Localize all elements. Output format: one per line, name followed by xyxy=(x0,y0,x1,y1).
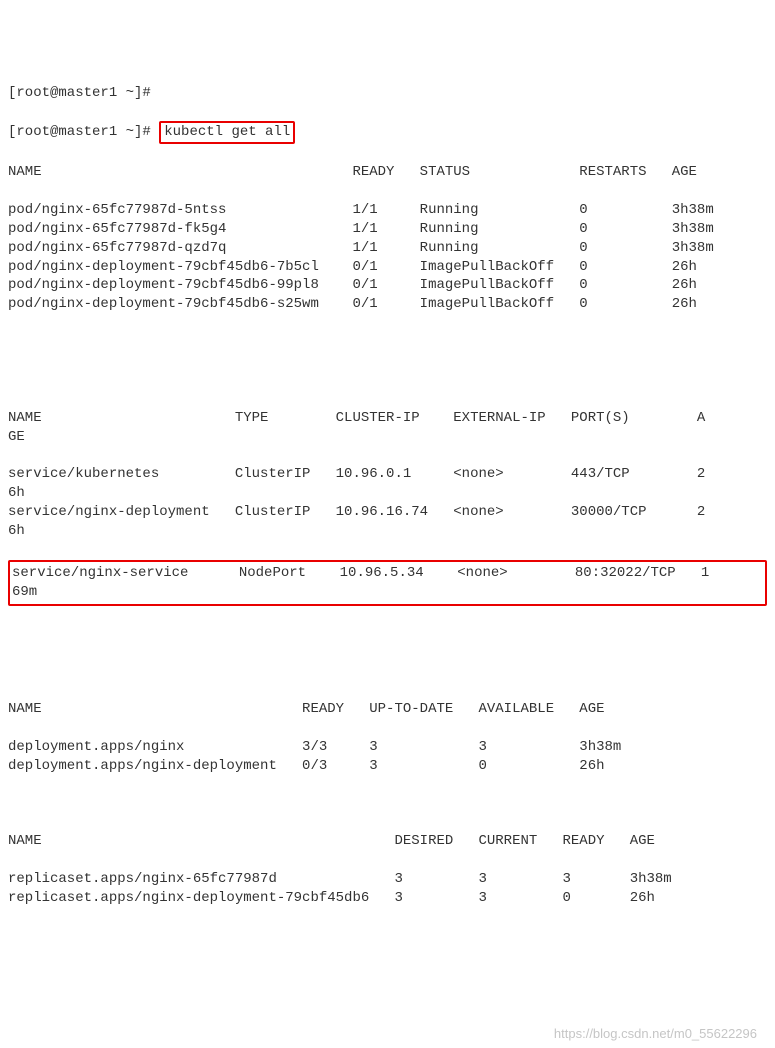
table-row: deployment.apps/nginx 3/3 3 3 3h38m xyxy=(8,738,767,757)
deployments-body: deployment.apps/nginx 3/3 3 3 3h38mdeplo… xyxy=(8,738,767,776)
blank-line-2 xyxy=(8,371,767,390)
blank-line-5 xyxy=(8,795,767,814)
command-text: kubectl get all xyxy=(164,124,290,140)
table-row: replicaset.apps/nginx-deployment-79cbf45… xyxy=(8,889,767,908)
table-row: service/nginx-deployment ClusterIP 10.96… xyxy=(8,503,767,541)
pods-body: pod/nginx-65fc77987d-5ntss 1/1 Running 0… xyxy=(8,201,767,314)
blank-line-4 xyxy=(8,662,767,681)
services-header: NAME TYPE CLUSTER-IP EXTERNAL-IP PORT(S)… xyxy=(8,409,767,447)
table-row: pod/nginx-65fc77987d-5ntss 1/1 Running 0… xyxy=(8,201,767,220)
services-body: service/kubernetes ClusterIP 10.96.0.1 <… xyxy=(8,465,767,541)
replicasets-body: replicaset.apps/nginx-65fc77987d 3 3 3 3… xyxy=(8,870,767,908)
prompt-line-2[interactable]: [root@master1 ~]# kubectl get all xyxy=(8,121,767,144)
table-row: service/kubernetes ClusterIP 10.96.0.1 <… xyxy=(8,465,767,503)
deployments-header: NAME READY UP-TO-DATE AVAILABLE AGE xyxy=(8,700,767,719)
table-row: pod/nginx-deployment-79cbf45db6-99pl8 0/… xyxy=(8,276,767,295)
service-highlight-row: service/nginx-service NodePort 10.96.5.3… xyxy=(8,560,767,606)
watermark: https://blog.csdn.net/m0_55622296 xyxy=(554,1025,757,1043)
prompt-text: [root@master1 ~]# xyxy=(8,85,151,101)
service-highlight-text: service/nginx-service NodePort 10.96.5.3… xyxy=(12,565,709,600)
table-row: pod/nginx-65fc77987d-qzd7q 1/1 Running 0… xyxy=(8,239,767,258)
table-row: pod/nginx-deployment-79cbf45db6-s25wm 0/… xyxy=(8,295,767,314)
pods-header: NAME READY STATUS RESTARTS AGE xyxy=(8,163,767,182)
table-row: pod/nginx-65fc77987d-fk5g4 1/1 Running 0… xyxy=(8,220,767,239)
table-row: replicaset.apps/nginx-65fc77987d 3 3 3 3… xyxy=(8,870,767,889)
blank-line-1 xyxy=(8,333,767,352)
table-row: deployment.apps/nginx-deployment 0/3 3 0… xyxy=(8,757,767,776)
prompt-line-1: [root@master1 ~]# xyxy=(8,84,767,103)
table-row: pod/nginx-deployment-79cbf45db6-7b5cl 0/… xyxy=(8,258,767,277)
command-highlight: kubectl get all xyxy=(159,121,295,144)
blank-line-3 xyxy=(8,625,767,644)
prompt-prefix: [root@master1 ~]# xyxy=(8,124,159,140)
replicasets-header: NAME DESIRED CURRENT READY AGE xyxy=(8,832,767,851)
